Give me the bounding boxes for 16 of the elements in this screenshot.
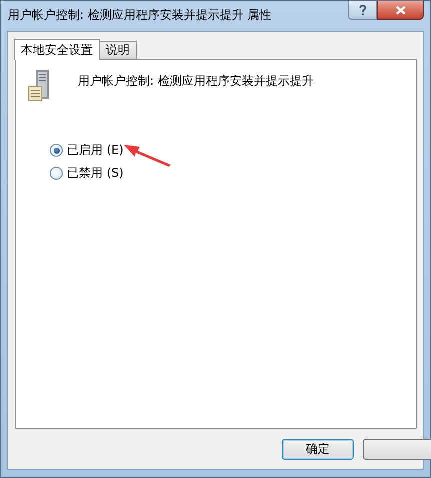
tab[interactable]: 说明	[99, 41, 137, 59]
dialog-button[interactable]	[363, 438, 431, 460]
window-title: 用户帐户控制: 检测应用程序安装并提示提升 属性	[8, 7, 273, 24]
option-label: 已禁用 (S)	[67, 165, 124, 182]
radio-button[interactable]	[50, 144, 63, 157]
help-icon	[358, 4, 366, 16]
ok-button[interactable]: 确定	[282, 438, 354, 460]
server-document-icon	[28, 70, 52, 102]
option-label: 已启用 (E)	[67, 142, 124, 159]
close-button[interactable]	[377, 1, 424, 20]
help-button[interactable]	[348, 1, 377, 20]
policy-title: 用户帐户控制: 检测应用程序安装并提示提升	[78, 73, 314, 90]
close-icon	[396, 6, 406, 14]
annotation-arrow	[124, 143, 172, 167]
radio-button[interactable]	[50, 167, 63, 180]
tab[interactable]: 本地安全设置	[14, 39, 100, 60]
